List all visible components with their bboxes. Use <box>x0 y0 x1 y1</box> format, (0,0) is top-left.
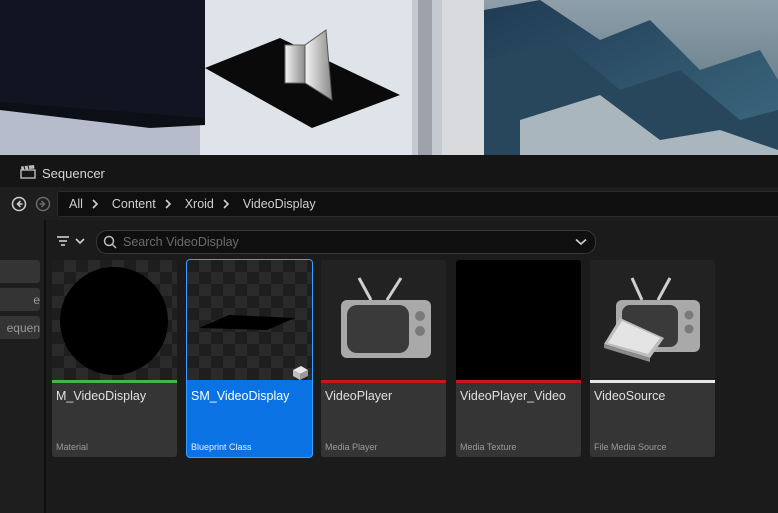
tv-icon <box>321 277 446 380</box>
chevron-right-icon[interactable] <box>91 199 101 209</box>
asset-type-bar <box>187 380 312 383</box>
media-source-icon <box>590 277 715 380</box>
clapperboard-icon <box>20 164 36 182</box>
asset-tile-videoplayer[interactable]: VideoPlayer Media Player <box>321 260 446 457</box>
sources-item[interactable]: e <box>0 288 40 311</box>
sources-item[interactable] <box>0 260 40 283</box>
asset-type-bar <box>52 380 177 383</box>
content-browser-nav: All Content Xroid VideoDisplay <box>0 187 778 220</box>
asset-name: VideoPlayer <box>325 389 393 403</box>
breadcrumb-all[interactable]: All <box>58 197 91 211</box>
asset-name: SM_VideoDisplay <box>191 389 290 403</box>
chevron-right-icon[interactable] <box>222 199 232 209</box>
blueprint-badge-icon <box>293 366 308 380</box>
breadcrumb-content[interactable]: Content <box>101 197 164 211</box>
asset-thumbnail <box>187 260 312 380</box>
search-box[interactable] <box>96 230 596 254</box>
asset-tile-videosource[interactable]: VideoSource File Media Source <box>590 260 715 457</box>
asset-name: M_VideoDisplay <box>56 389 147 403</box>
asset-tile-m-videodisplay[interactable]: M_VideoDisplay Material <box>52 260 177 457</box>
asset-type: Blueprint Class <box>191 442 252 452</box>
asset-thumbnail <box>456 260 581 380</box>
chevron-right-icon[interactable] <box>164 199 174 209</box>
asset-type: Material <box>56 442 89 452</box>
asset-name: VideoPlayer_Video <box>460 389 566 403</box>
tab-sequencer[interactable]: Sequencer <box>14 159 115 187</box>
asset-type-bar <box>321 380 446 383</box>
asset-thumbnail <box>52 260 177 380</box>
asset-type-bar <box>456 380 581 383</box>
asset-type: File Media Source <box>594 442 667 452</box>
asset-thumbnail <box>590 260 715 380</box>
asset-tile-videoplayer-video[interactable]: VideoPlayer_Video Media Texture <box>456 260 581 457</box>
chevron-down-icon[interactable] <box>575 238 587 246</box>
search-icon <box>103 235 117 249</box>
filter-icon[interactable] <box>56 235 88 249</box>
breadcrumb-videodisplay[interactable]: VideoDisplay <box>232 197 324 211</box>
breadcrumb-xroid[interactable]: Xroid <box>174 197 222 211</box>
asset-type-bar <box>590 380 715 383</box>
asset-type: Media Texture <box>460 442 517 452</box>
tab-sequencer-label: Sequencer <box>42 165 105 181</box>
breadcrumb: All Content Xroid VideoDisplay <box>57 191 778 217</box>
asset-thumbnail <box>321 260 446 380</box>
asset-name: VideoSource <box>594 389 666 403</box>
sources-item[interactable]: equen <box>0 316 40 339</box>
asset-tile-sm-videodisplay[interactable]: SM_VideoDisplay Blueprint Class <box>187 260 312 457</box>
forward-arrow-icon[interactable] <box>35 196 51 212</box>
search-input[interactable] <box>123 235 575 249</box>
viewport-scene <box>0 0 778 155</box>
asset-view: M_VideoDisplay Material SM_VideoDisplay … <box>46 220 778 513</box>
level-viewport[interactable] <box>0 0 778 155</box>
panel-tab-bar: Sequencer <box>0 155 778 188</box>
asset-type: Media Player <box>325 442 378 452</box>
sources-panel: e equen <box>0 220 46 513</box>
back-arrow-icon[interactable] <box>11 196 27 212</box>
